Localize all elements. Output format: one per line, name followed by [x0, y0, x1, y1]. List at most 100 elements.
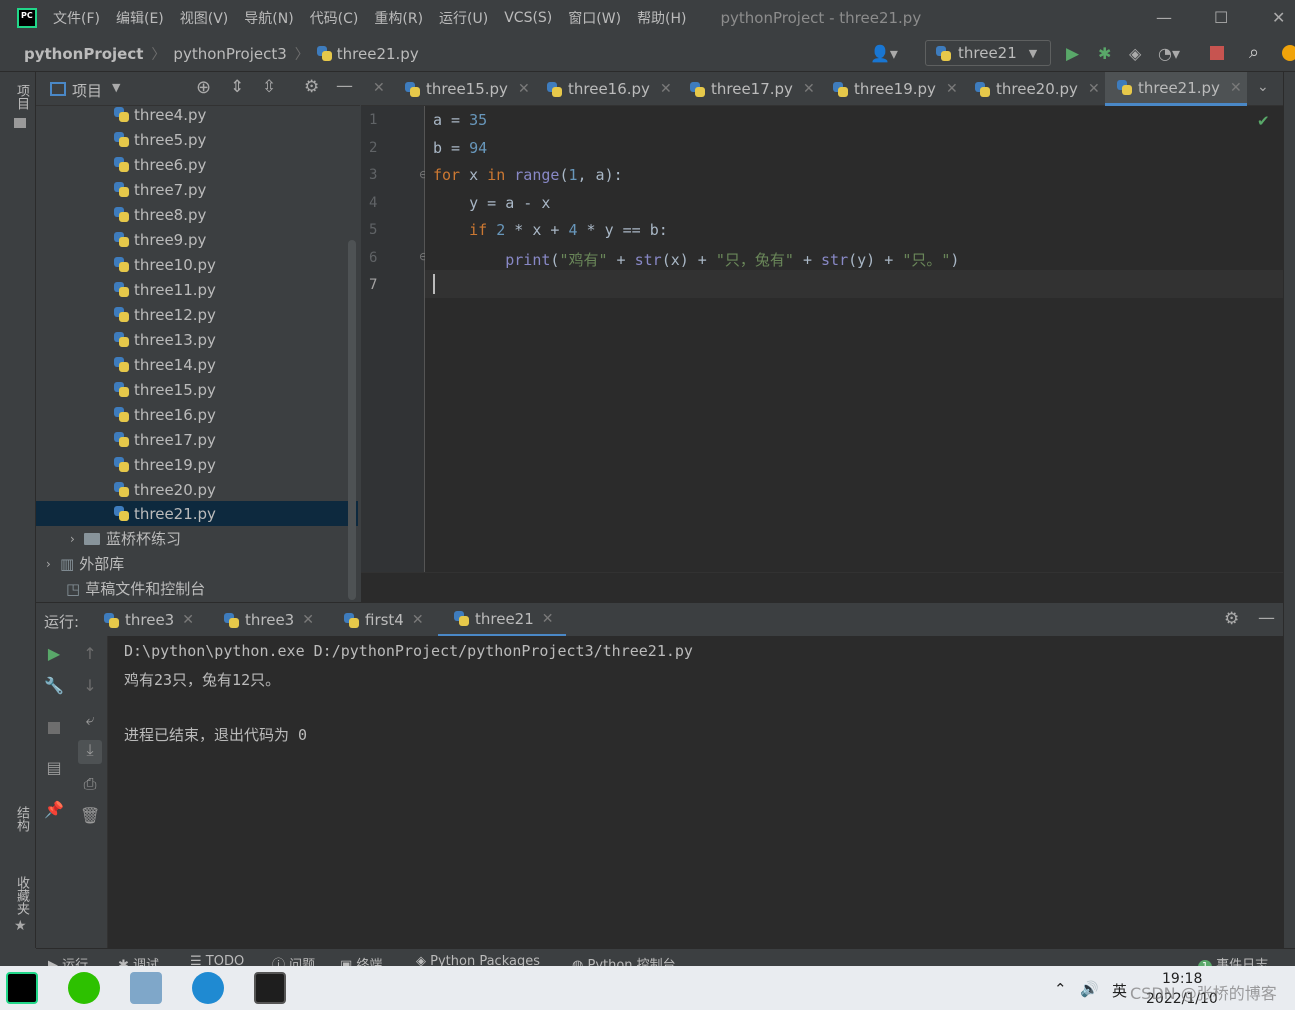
tree-item-file[interactable]: three5.py: [114, 127, 206, 152]
tree-item-file[interactable]: three6.py: [114, 152, 206, 177]
tree-item-file[interactable]: three14.py: [114, 352, 216, 377]
tree-item-scratches[interactable]: ◳ 草稿文件和控制台: [66, 576, 205, 601]
tab-three19[interactable]: three19.py ✕: [833, 72, 958, 106]
project-panel-title[interactable]: 项目: [72, 80, 102, 101]
close-icon[interactable]: ✕: [182, 612, 194, 628]
tree-item-file[interactable]: three12.py: [114, 302, 216, 327]
tool-debug[interactable]: ✱ 调试: [118, 954, 159, 966]
arrow-up-icon[interactable]: ↑: [80, 644, 100, 664]
chevron-right-icon[interactable]: ›: [70, 532, 84, 546]
gear-icon[interactable]: ⚙: [1224, 609, 1239, 629]
tree-item-file[interactable]: three15.py: [114, 377, 216, 402]
edge-taskbar-icon[interactable]: [192, 972, 224, 1004]
menu-navigate[interactable]: 导航(N): [244, 8, 293, 28]
pycharm-taskbar-icon[interactable]: [6, 972, 38, 1004]
soft-wrap-icon[interactable]: ⤶: [80, 710, 100, 730]
gear-icon[interactable]: ⚙: [304, 77, 319, 97]
ime-indicator[interactable]: 英: [1112, 980, 1127, 1001]
tool-python-console[interactable]: ◍ Python 控制台: [572, 954, 676, 966]
wechat-taskbar-icon[interactable]: [68, 972, 100, 1004]
tree-item-external-libraries[interactable]: › ▥ 外部库: [46, 551, 124, 576]
close-icon[interactable]: ✕: [1272, 8, 1285, 27]
scroll-to-end-icon[interactable]: ⤓: [78, 740, 102, 764]
folder-icon[interactable]: [14, 118, 26, 128]
tab-three21-active[interactable]: three21.py ✕: [1105, 72, 1247, 106]
terminal-taskbar-icon[interactable]: [254, 972, 286, 1004]
close-icon[interactable]: ✕: [373, 80, 385, 96]
chevron-right-icon[interactable]: ›: [46, 557, 60, 571]
tree-item-file[interactable]: three4.py: [114, 106, 206, 127]
run-config-selector[interactable]: three21 ▼: [925, 40, 1051, 66]
hide-panel-icon[interactable]: —: [1258, 608, 1275, 628]
tree-item-file[interactable]: three13.py: [114, 327, 216, 352]
menu-help[interactable]: 帮助(H): [637, 8, 686, 28]
close-icon[interactable]: ✕: [518, 81, 530, 97]
tree-item-folder[interactable]: › 蓝桥杯练习: [70, 526, 181, 551]
stop-icon[interactable]: [48, 722, 60, 734]
tree-item-file[interactable]: three19.py: [114, 452, 216, 477]
tree-item-file[interactable]: three11.py: [114, 277, 216, 302]
chevron-down-icon[interactable]: ▼: [112, 81, 120, 94]
tree-item-file[interactable]: three8.py: [114, 202, 206, 227]
tool-todo[interactable]: ☰ TODO: [190, 954, 244, 966]
stop-icon[interactable]: [1210, 46, 1224, 60]
close-icon[interactable]: ✕: [1230, 80, 1242, 96]
tool-terminal[interactable]: ▣ 终端: [340, 954, 382, 966]
menu-edit[interactable]: 编辑(E): [116, 8, 164, 28]
close-icon[interactable]: ✕: [302, 612, 314, 628]
user-icon[interactable]: 👤▾: [870, 44, 898, 63]
update-icon[interactable]: [1282, 45, 1295, 61]
project-scrollbar[interactable]: [348, 240, 356, 600]
close-icon[interactable]: ✕: [412, 612, 424, 628]
breadcrumb-folder[interactable]: pythonProject3: [173, 45, 286, 63]
menu-code[interactable]: 代码(C): [310, 8, 359, 28]
run-console[interactable]: D:\python\python.exe D:/pythonProject/py…: [108, 636, 1283, 948]
code-editor[interactable]: a = 35 b = 94 for x in range(1, a): y = …: [425, 106, 1283, 572]
close-icon[interactable]: ✕: [1088, 81, 1100, 97]
breadcrumb-file[interactable]: three21.py: [337, 45, 419, 63]
tab-three17[interactable]: three17.py ✕: [690, 72, 815, 106]
tree-item-file[interactable]: three9.py: [114, 227, 206, 252]
structure-tool-label[interactable]: 结构: [12, 806, 31, 832]
menu-view[interactable]: 视图(V): [180, 8, 229, 28]
minimize-icon[interactable]: —: [1156, 8, 1172, 27]
tree-item-file[interactable]: three16.py: [114, 402, 216, 427]
run-tab-three3-2[interactable]: three3 ✕: [224, 603, 314, 637]
menu-file[interactable]: 文件(F): [53, 8, 100, 28]
run-tab-first4[interactable]: first4 ✕: [344, 603, 424, 637]
project-tool-label[interactable]: 项目: [12, 84, 31, 110]
layout-icon[interactable]: ▤: [44, 758, 64, 778]
wrench-icon[interactable]: 🔧: [44, 676, 64, 696]
tool-python-packages[interactable]: ◈ Python Packages: [416, 954, 540, 966]
chevron-up-icon[interactable]: ⌃: [1054, 980, 1067, 998]
search-icon[interactable]: ⌕: [1249, 42, 1259, 63]
menu-vcs[interactable]: VCS(S): [504, 10, 552, 26]
pin-icon[interactable]: 📌: [44, 800, 64, 820]
close-icon[interactable]: ✕: [542, 611, 554, 627]
tree-item-file-selected[interactable]: three21.py: [36, 501, 358, 526]
hide-panel-icon[interactable]: —: [336, 76, 353, 96]
trash-icon[interactable]: 🗑: [80, 806, 100, 826]
favorites-tool-label[interactable]: 收藏夹: [12, 876, 31, 915]
tool-problems[interactable]: ⓘ 问题: [272, 954, 315, 966]
close-icon[interactable]: ✕: [803, 81, 815, 97]
collapse-all-icon[interactable]: ⇳: [262, 77, 276, 97]
breadcrumb-project[interactable]: pythonProject: [24, 45, 143, 63]
arrow-down-icon[interactable]: ↓: [80, 676, 100, 696]
expand-all-icon[interactable]: ⇕: [230, 77, 244, 97]
maximize-icon[interactable]: ☐: [1214, 8, 1228, 27]
menu-run[interactable]: 运行(U): [439, 8, 488, 28]
run-icon[interactable]: ▶: [1066, 44, 1079, 64]
close-icon[interactable]: ✕: [660, 81, 672, 97]
star-icon[interactable]: ★: [14, 918, 27, 934]
menu-refactor[interactable]: 重构(R): [374, 8, 423, 28]
tree-item-file[interactable]: three7.py: [114, 177, 206, 202]
tree-item-file[interactable]: three17.py: [114, 427, 216, 452]
tree-item-file[interactable]: three10.py: [114, 252, 216, 277]
rerun-icon[interactable]: ▶: [44, 644, 64, 664]
run-tab-three21-active[interactable]: three21 ✕: [438, 603, 566, 637]
coverage-icon[interactable]: ◈: [1129, 44, 1141, 63]
debug-icon[interactable]: ✱: [1098, 44, 1111, 63]
print-icon[interactable]: ⎙: [80, 774, 100, 794]
run-tab-three3[interactable]: three3 ✕: [104, 603, 194, 637]
